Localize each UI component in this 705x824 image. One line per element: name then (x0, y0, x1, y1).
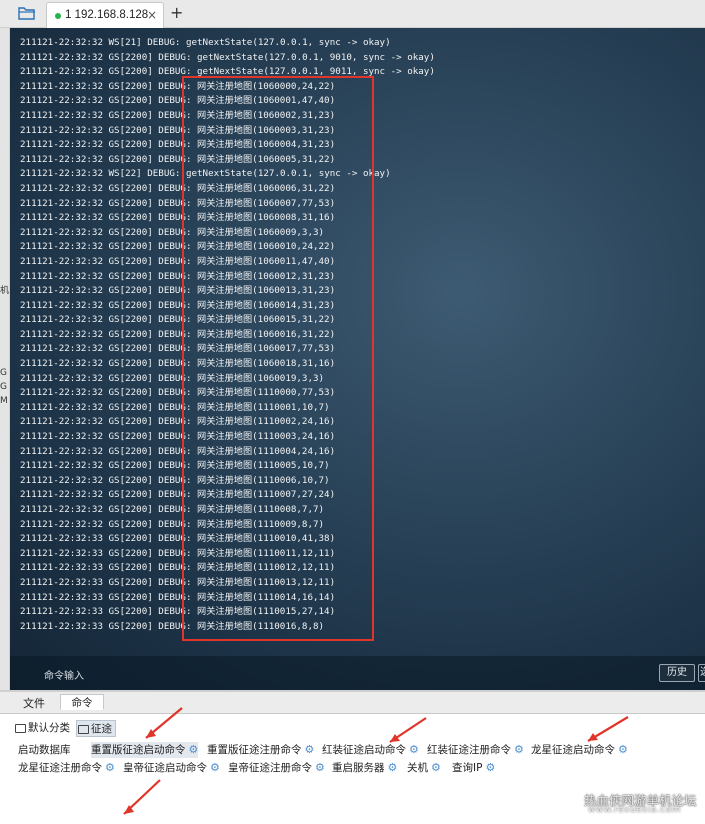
category-default[interactable]: 默认分类 (14, 720, 70, 737)
command-item[interactable]: 查询IP ⚙ (452, 760, 495, 776)
command-label: 重置版征途启动命令 (91, 744, 186, 756)
annotation-arrow (587, 716, 629, 742)
gear-icon[interactable]: ⚙ (305, 742, 315, 758)
ssh-client-window: 1 192.168.8.128 × + 机 G G M 211121-22:32… (0, 0, 705, 824)
sidebar-fragment: 机 (0, 286, 10, 296)
bottom-tab-bar: 文件 命令 (0, 692, 705, 714)
sidebar-fragment: M (0, 396, 8, 406)
annotation-arrow (389, 717, 427, 743)
tab-command[interactable]: 命令 (60, 694, 104, 710)
gear-icon[interactable]: ⚙ (485, 760, 495, 776)
connected-status-icon (55, 13, 61, 19)
command-item[interactable]: 龙星征途注册命令 ⚙ (18, 760, 115, 776)
command-item[interactable]: 皇帝征途注册命令 ⚙ (228, 760, 325, 776)
command-item[interactable]: 重启服务器 ⚙ (332, 760, 397, 776)
command-input-bar: 命令输入 历史 选 (10, 656, 705, 690)
gear-icon[interactable]: ⚙ (210, 760, 220, 776)
command-label: 皇帝征途注册命令 (228, 762, 312, 774)
left-sidebar-sliver: 机 G G M (0, 28, 10, 690)
command-label: 红装征途注册命令 (427, 744, 511, 756)
session-tab-bar: 1 192.168.8.128 × + (0, 0, 705, 28)
command-label: 查询IP (452, 762, 483, 774)
gear-icon[interactable]: ⚙ (431, 760, 441, 776)
command-item[interactable]: 重置版征途注册命令 ⚙ (207, 742, 314, 758)
command-label: 启动数据库 (18, 744, 71, 756)
command-label: 龙星征途注册命令 (18, 762, 102, 774)
highlight-box (182, 76, 374, 641)
gear-icon[interactable]: ⚙ (388, 760, 398, 776)
session-tab[interactable]: 1 192.168.8.128 × (46, 2, 164, 28)
add-tab-button[interactable]: + (170, 3, 183, 22)
command-input[interactable]: 命令输入 (44, 667, 84, 682)
folder-icon (15, 724, 26, 733)
command-label: 关机 (407, 762, 428, 774)
history-button[interactable]: 历史 (659, 664, 695, 682)
close-tab-icon[interactable]: × (147, 8, 157, 22)
gear-icon[interactable]: ⚙ (315, 760, 325, 776)
watermark-url: www.rexuexia.com (588, 805, 681, 815)
command-item[interactable]: 皇帝征途启动命令 ⚙ (123, 760, 220, 776)
session-tab-label: 1 192.168.8.128 (65, 9, 149, 21)
command-label: 重启服务器 (332, 762, 385, 774)
gear-icon[interactable]: ⚙ (105, 760, 115, 776)
terminal-output[interactable]: 211121-22:32:32 WS[21] DEBUG: getNextSta… (10, 28, 705, 690)
command-label: 皇帝征途启动命令 (123, 762, 207, 774)
folder-icon (78, 725, 89, 734)
log-line: 211121-22:32:32 WS[21] DEBUG: getNextSta… (20, 37, 391, 48)
command-item[interactable]: 关机 ⚙ (407, 760, 441, 776)
sidebar-fragment: G (0, 382, 7, 392)
command-item[interactable]: 重置版征途启动命令 ⚙ (91, 742, 199, 758)
annotation-arrow (123, 779, 161, 815)
command-label: 龙星征途启动命令 (531, 744, 615, 756)
category-label: 默认分类 (28, 722, 70, 734)
log-line: 211121-22:32:32 GS[2200] DEBUG: getNextS… (20, 51, 435, 63)
command-label: 重置版征途注册命令 (207, 744, 302, 756)
annotation-arrow (145, 707, 183, 739)
gear-icon[interactable]: ⚙ (514, 742, 524, 758)
folder-icon[interactable] (18, 5, 36, 21)
tab-file[interactable]: 文件 (12, 694, 56, 714)
sidebar-fragment: G (0, 368, 7, 378)
category-label: 征途 (91, 723, 112, 735)
gear-icon[interactable]: ⚙ (189, 742, 199, 758)
command-item[interactable]: 红装征途注册命令 ⚙ (427, 742, 524, 758)
command-item[interactable]: 启动数据库 (18, 742, 71, 758)
options-button[interactable]: 选 (698, 664, 705, 682)
category-zhengtu[interactable]: 征途 (76, 720, 116, 737)
